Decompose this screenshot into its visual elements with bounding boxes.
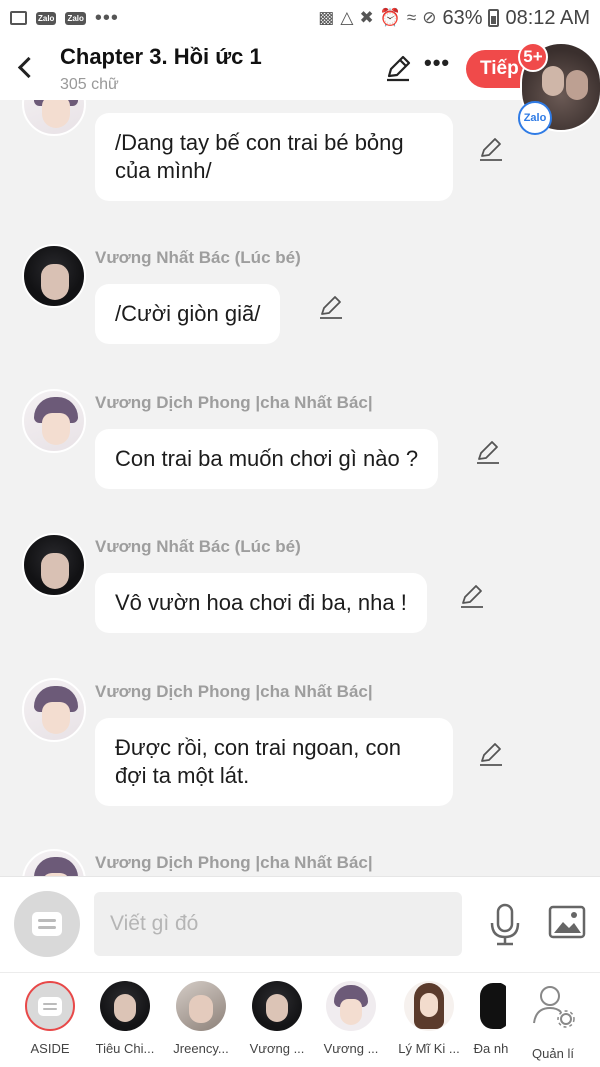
- zalo-app-badge: Zalo: [518, 101, 552, 135]
- character-avatar: [326, 981, 376, 1031]
- back-arrow-icon[interactable]: [12, 53, 38, 81]
- edit-message-pencil-icon[interactable]: [459, 583, 485, 609]
- character-aside[interactable]: ASIDE: [15, 981, 85, 1056]
- zalo-notification-icon: Zalo: [36, 11, 57, 25]
- battery-icon: [488, 9, 500, 27]
- sender-name: Vương Dịch Phong |cha Nhất Bác|: [95, 853, 373, 872]
- aside-avatar: [25, 981, 75, 1031]
- edit-title-pencil-icon[interactable]: [384, 54, 412, 82]
- character-label: Lý Mĩ Ki ...: [398, 1041, 460, 1056]
- sender-name: Vương Dịch Phong |cha Nhất Bác|: [95, 393, 373, 412]
- chat-head-count-badge: 5+: [518, 42, 548, 72]
- word-count: 305 chữ: [60, 76, 119, 93]
- edit-message-pencil-icon[interactable]: [478, 136, 504, 162]
- character-selector: ASIDE Tiêu Chi... Jreency... Vương ... V…: [0, 972, 600, 1067]
- character-avatar: [100, 981, 150, 1031]
- character-ly-mi-ki[interactable]: Lý Mĩ Ki ...: [394, 981, 464, 1056]
- edit-message-pencil-icon[interactable]: [318, 294, 344, 320]
- zalo-notification-icon: Zalo: [65, 11, 86, 25]
- sender-name: Vương Nhất Bác (Lúc bé): [95, 248, 301, 267]
- character-label: Tiêu Chi...: [95, 1041, 155, 1056]
- message-icon: [32, 912, 62, 936]
- character-label: Đa nh: [473, 1041, 509, 1056]
- avatar-vuong-dich-phong[interactable]: [22, 849, 86, 876]
- message-bubble[interactable]: Được rồi, con trai ngoan, con đợi ta một…: [95, 718, 453, 806]
- chat-transcript[interactable]: /Dang tay bế con trai bé bỏng của mình/ …: [0, 100, 600, 876]
- status-bar-left: Zalo Zalo •••: [10, 7, 119, 30]
- mute-icon: ✖: [359, 8, 374, 27]
- character-tieu-chi[interactable]: Tiêu Chi...: [90, 981, 160, 1056]
- message-icon: [38, 996, 62, 1016]
- character-avatar: [404, 981, 454, 1031]
- gallery-icon: [10, 11, 27, 25]
- more-options-button[interactable]: •••: [424, 50, 450, 76]
- sender-name: Vương Dịch Phong |cha Nhất Bác|: [95, 682, 373, 701]
- character-avatar: [466, 981, 516, 1031]
- lock-icon: ▩: [318, 8, 335, 27]
- aside-toggle-button[interactable]: [14, 891, 80, 957]
- character-label: Jreency...: [173, 1041, 229, 1056]
- avatar-vuong-dich-phong[interactable]: [22, 100, 86, 136]
- edit-message-pencil-icon[interactable]: [475, 439, 501, 465]
- character-label: Quản lí: [532, 1046, 574, 1061]
- status-bar: Zalo Zalo ••• ▩ △ ✖ ⏰ ≈ ⊘ 63% 08:12 AM: [0, 0, 600, 36]
- sender-name: Vương Nhất Bác (Lúc bé): [95, 537, 301, 556]
- message-input[interactable]: [94, 892, 462, 956]
- character-avatar: [176, 981, 226, 1031]
- manage-characters-button[interactable]: Quản lí: [518, 981, 588, 1061]
- microphone-icon[interactable]: [488, 903, 522, 947]
- avatar-vuong-dich-phong[interactable]: [22, 678, 86, 742]
- more-notifications-icon: •••: [94, 6, 119, 29]
- image-picker-icon[interactable]: [548, 905, 586, 939]
- alarm-icon: ⏰: [379, 8, 401, 27]
- message-bubble[interactable]: Vô vườn hoa chơi đi ba, nha !: [95, 573, 427, 633]
- character-label: Vương ...: [249, 1041, 305, 1056]
- character-label: ASIDE: [30, 1041, 70, 1056]
- message-bubble[interactable]: /Cười giòn giã/: [95, 284, 281, 344]
- avatar-vuong-dich-phong[interactable]: [22, 389, 86, 453]
- status-bar-right: ▩ △ ✖ ⏰ ≈ ⊘ 63% 08:12 AM: [318, 7, 590, 30]
- character-label: Vương ...: [323, 1041, 379, 1056]
- character-vuong-nhat-bac[interactable]: Vương ...: [242, 981, 312, 1056]
- edit-message-pencil-icon[interactable]: [478, 741, 504, 767]
- character-da-nh[interactable]: Đa nh: [466, 981, 516, 1056]
- no-signal-icon: ⊘: [422, 8, 437, 27]
- chapter-header: Chapter 3. Hồi ức 1 305 chữ ••• Tiếp: [0, 36, 600, 100]
- message-composer: [0, 876, 600, 972]
- manage-users-icon: [533, 986, 575, 1028]
- signal-warning-icon: △: [340, 8, 354, 27]
- wifi-icon: ≈: [406, 8, 417, 27]
- message-bubble[interactable]: /Dang tay bế con trai bé bỏng của mình/: [95, 113, 453, 201]
- avatar-vuong-nhat-bac[interactable]: [22, 244, 86, 308]
- character-jreency[interactable]: Jreency...: [166, 981, 236, 1056]
- chapter-title: Chapter 3. Hồi ức 1: [60, 44, 262, 69]
- character-vuong-dich-phong[interactable]: Vương ...: [316, 981, 386, 1056]
- battery-percent: 63%: [442, 6, 483, 29]
- message-bubble[interactable]: Con trai ba muốn chơi gì nào ?: [95, 429, 439, 489]
- character-avatar: [252, 981, 302, 1031]
- clock: 08:12 AM: [505, 6, 590, 29]
- avatar-vuong-nhat-bac[interactable]: [22, 533, 86, 597]
